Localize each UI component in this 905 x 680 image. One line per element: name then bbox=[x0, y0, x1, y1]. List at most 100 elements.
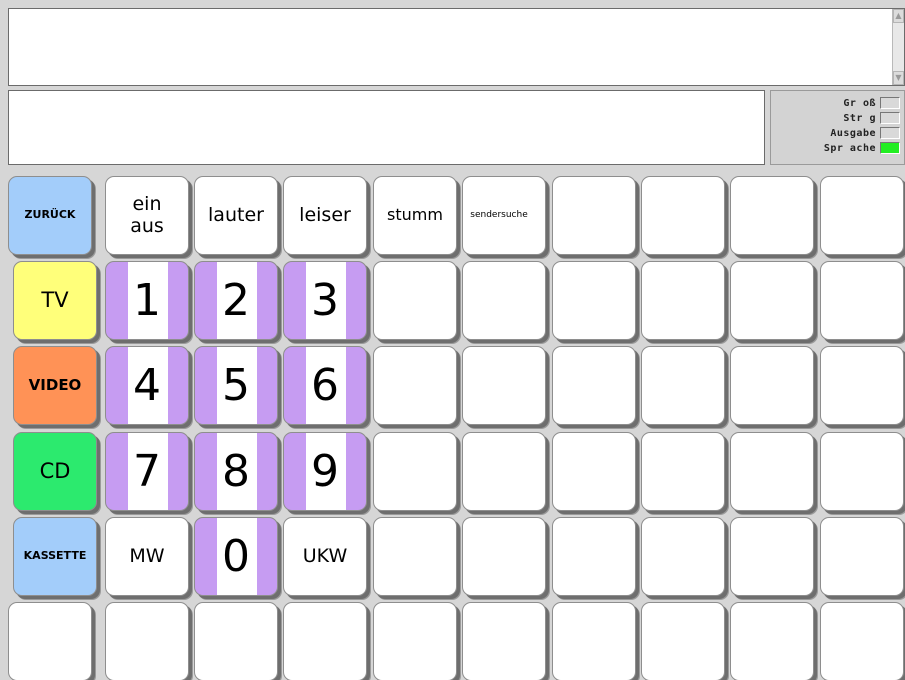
lauter-label: lauter bbox=[208, 203, 264, 226]
digit-1-label: 1 bbox=[133, 275, 161, 326]
empty-key[interactable] bbox=[462, 432, 546, 511]
app-window: { "output": { "text": "" }, "message": {… bbox=[0, 0, 905, 680]
empty-key[interactable] bbox=[552, 176, 636, 255]
empty-key[interactable] bbox=[373, 346, 457, 425]
digit-2-label: 2 bbox=[222, 275, 250, 326]
empty-key[interactable] bbox=[641, 432, 725, 511]
stumm-button[interactable]: stumm bbox=[373, 176, 457, 255]
stumm-label: stumm bbox=[387, 205, 443, 225]
cd-button[interactable]: CD bbox=[13, 432, 97, 511]
ein-aus-label: ein aus bbox=[130, 192, 164, 237]
lauter-button[interactable]: lauter bbox=[194, 176, 278, 255]
key-grid: ZURÜCK ein aus lauter leiser stumm sende… bbox=[8, 171, 905, 680]
digit-5-label: 5 bbox=[222, 360, 250, 411]
digit-0-button[interactable]: 0 bbox=[194, 517, 278, 596]
empty-key[interactable] bbox=[373, 517, 457, 596]
digit-6-button[interactable]: 6 bbox=[283, 346, 367, 425]
empty-key[interactable] bbox=[730, 176, 814, 255]
empty-key[interactable] bbox=[105, 602, 189, 680]
empty-key[interactable] bbox=[194, 602, 278, 680]
text-output-area[interactable]: ▲ ▼ bbox=[8, 8, 905, 86]
status-gross: Gr oß bbox=[843, 96, 900, 110]
digit-8-button[interactable]: 8 bbox=[194, 432, 278, 511]
digit-1-button[interactable]: 1 bbox=[105, 261, 189, 340]
empty-key[interactable] bbox=[462, 261, 546, 340]
empty-key[interactable] bbox=[373, 432, 457, 511]
status-panel: Gr oß Str g Ausgabe Spr ache bbox=[770, 90, 905, 165]
empty-key[interactable] bbox=[820, 346, 904, 425]
mw-label: MW bbox=[129, 544, 165, 567]
empty-key[interactable] bbox=[462, 602, 546, 680]
leiser-label: leiser bbox=[299, 203, 351, 226]
status-label: Spr ache bbox=[823, 142, 876, 154]
empty-key[interactable] bbox=[8, 602, 92, 680]
sendersuche-label: sendersuche bbox=[470, 210, 528, 221]
status-label: Ausgabe bbox=[830, 127, 876, 139]
ukw-label: UKW bbox=[302, 544, 348, 567]
video-button[interactable]: VIDEO bbox=[13, 346, 97, 425]
empty-key[interactable] bbox=[552, 432, 636, 511]
empty-key[interactable] bbox=[641, 346, 725, 425]
ukw-button[interactable]: UKW bbox=[283, 517, 367, 596]
tv-label: TV bbox=[41, 288, 69, 313]
empty-key[interactable] bbox=[462, 517, 546, 596]
video-label: VIDEO bbox=[28, 375, 82, 394]
empty-key[interactable] bbox=[373, 602, 457, 680]
empty-key[interactable] bbox=[552, 517, 636, 596]
digit-2-button[interactable]: 2 bbox=[194, 261, 278, 340]
digit-7-label: 7 bbox=[133, 446, 161, 497]
digit-9-label: 9 bbox=[311, 446, 339, 497]
leiser-button[interactable]: leiser bbox=[283, 176, 367, 255]
kassette-label: KASSETTE bbox=[23, 549, 87, 563]
empty-key[interactable] bbox=[641, 261, 725, 340]
empty-key[interactable] bbox=[552, 346, 636, 425]
empty-key[interactable] bbox=[820, 517, 904, 596]
digit-3-label: 3 bbox=[311, 275, 339, 326]
tv-button[interactable]: TV bbox=[13, 261, 97, 340]
message-bar bbox=[8, 90, 765, 165]
empty-key[interactable] bbox=[283, 602, 367, 680]
digit-4-button[interactable]: 4 bbox=[105, 346, 189, 425]
status-indicator-gross bbox=[880, 97, 900, 109]
empty-key[interactable] bbox=[462, 346, 546, 425]
status-sprache: Spr ache bbox=[824, 141, 900, 155]
digit-5-button[interactable]: 5 bbox=[194, 346, 278, 425]
status-strg: Str g bbox=[843, 111, 900, 125]
empty-key[interactable] bbox=[820, 602, 904, 680]
cd-label: CD bbox=[39, 459, 71, 484]
status-indicator-sprache bbox=[880, 142, 900, 154]
empty-key[interactable] bbox=[641, 176, 725, 255]
empty-key[interactable] bbox=[552, 261, 636, 340]
empty-key[interactable] bbox=[730, 432, 814, 511]
vertical-scrollbar[interactable]: ▲ ▼ bbox=[892, 9, 904, 85]
status-indicator-strg bbox=[880, 112, 900, 124]
empty-key[interactable] bbox=[820, 432, 904, 511]
empty-key[interactable] bbox=[730, 602, 814, 680]
digit-6-label: 6 bbox=[311, 360, 339, 411]
digit-7-button[interactable]: 7 bbox=[105, 432, 189, 511]
empty-key[interactable] bbox=[641, 517, 725, 596]
status-indicator-ausgabe bbox=[880, 127, 900, 139]
ein-aus-button[interactable]: ein aus bbox=[105, 176, 189, 255]
empty-key[interactable] bbox=[730, 261, 814, 340]
digit-4-label: 4 bbox=[133, 360, 161, 411]
empty-key[interactable] bbox=[373, 261, 457, 340]
empty-key[interactable] bbox=[730, 346, 814, 425]
status-label: Gr oß bbox=[843, 97, 876, 109]
scroll-down-icon[interactable]: ▼ bbox=[893, 71, 904, 85]
scroll-up-icon[interactable]: ▲ bbox=[893, 9, 904, 23]
status-label: Str g bbox=[843, 112, 876, 124]
zuruck-button[interactable]: ZURÜCK bbox=[8, 176, 92, 255]
empty-key[interactable] bbox=[641, 602, 725, 680]
empty-key[interactable] bbox=[820, 176, 904, 255]
digit-8-label: 8 bbox=[222, 446, 250, 497]
sendersuche-button[interactable]: sendersuche bbox=[462, 176, 546, 255]
empty-key[interactable] bbox=[730, 517, 814, 596]
digit-3-button[interactable]: 3 bbox=[283, 261, 367, 340]
digit-0-label: 0 bbox=[222, 531, 250, 582]
empty-key[interactable] bbox=[552, 602, 636, 680]
kassette-button[interactable]: KASSETTE bbox=[13, 517, 97, 596]
digit-9-button[interactable]: 9 bbox=[283, 432, 367, 511]
empty-key[interactable] bbox=[820, 261, 904, 340]
mw-button[interactable]: MW bbox=[105, 517, 189, 596]
